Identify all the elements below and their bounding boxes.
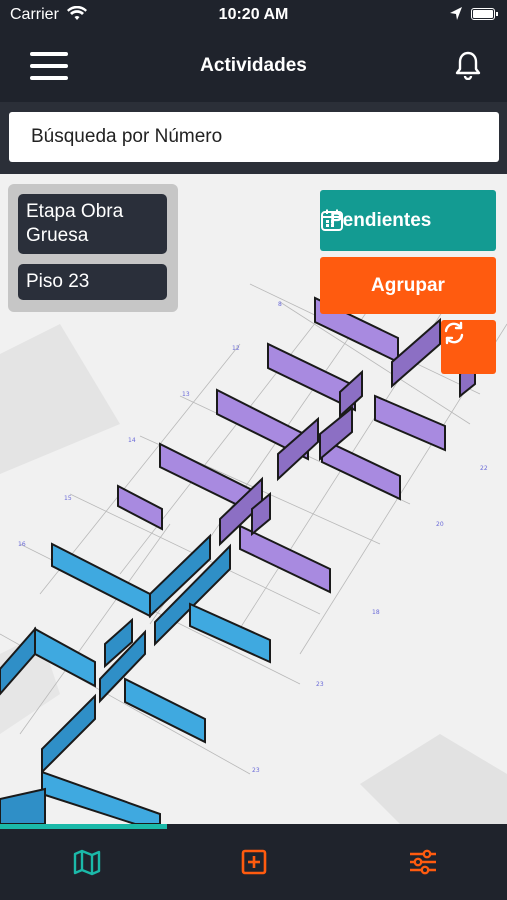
pending-button[interactable]: Pendientes [320,190,496,251]
svg-text:15: 15 [64,495,72,502]
status-bar: Carrier 10:20 AM [0,0,507,30]
battery-icon [471,8,498,20]
svg-text:13: 13 [182,391,190,398]
svg-text:16: 16 [18,541,26,548]
refresh-button[interactable] [441,320,496,374]
floor-filter[interactable]: Piso 23 [18,264,167,300]
svg-text:20: 20 [436,521,444,528]
page-title: Actividades [200,55,307,76]
svg-text:14: 14 [128,437,136,444]
svg-text:12: 12 [232,345,240,352]
nav-bar: Actividades [0,30,507,102]
svg-text:22: 22 [480,465,488,472]
model-viewport[interactable]: 12 13 14 15 16 22 20 18 23 23 8 Etapa Ob… [0,174,507,824]
stage-filter[interactable]: Etapa Obra Gruesa [18,194,167,254]
pending-button-label: Pendientes [330,209,432,231]
search-bar [0,102,507,174]
svg-text:8: 8 [278,301,282,308]
filter-panel: Etapa Obra Gruesa Piso 23 [8,184,178,312]
bell-icon[interactable] [455,50,481,80]
clock: 10:20 AM [218,6,289,23]
svg-text:23: 23 [316,681,324,688]
refresh-icon [444,321,464,345]
calendar-icon [321,209,343,231]
group-button-label: Agrupar [371,274,445,296]
sliders-icon[interactable] [408,847,438,877]
map-icon[interactable] [72,847,102,877]
svg-text:23: 23 [252,767,260,774]
add-square-icon[interactable] [239,847,269,877]
search-input[interactable] [9,112,499,162]
svg-text:18: 18 [372,609,380,616]
location-arrow-icon [450,7,462,20]
group-button[interactable]: Agrupar [320,257,496,314]
bottom-tab-bar [0,829,507,900]
